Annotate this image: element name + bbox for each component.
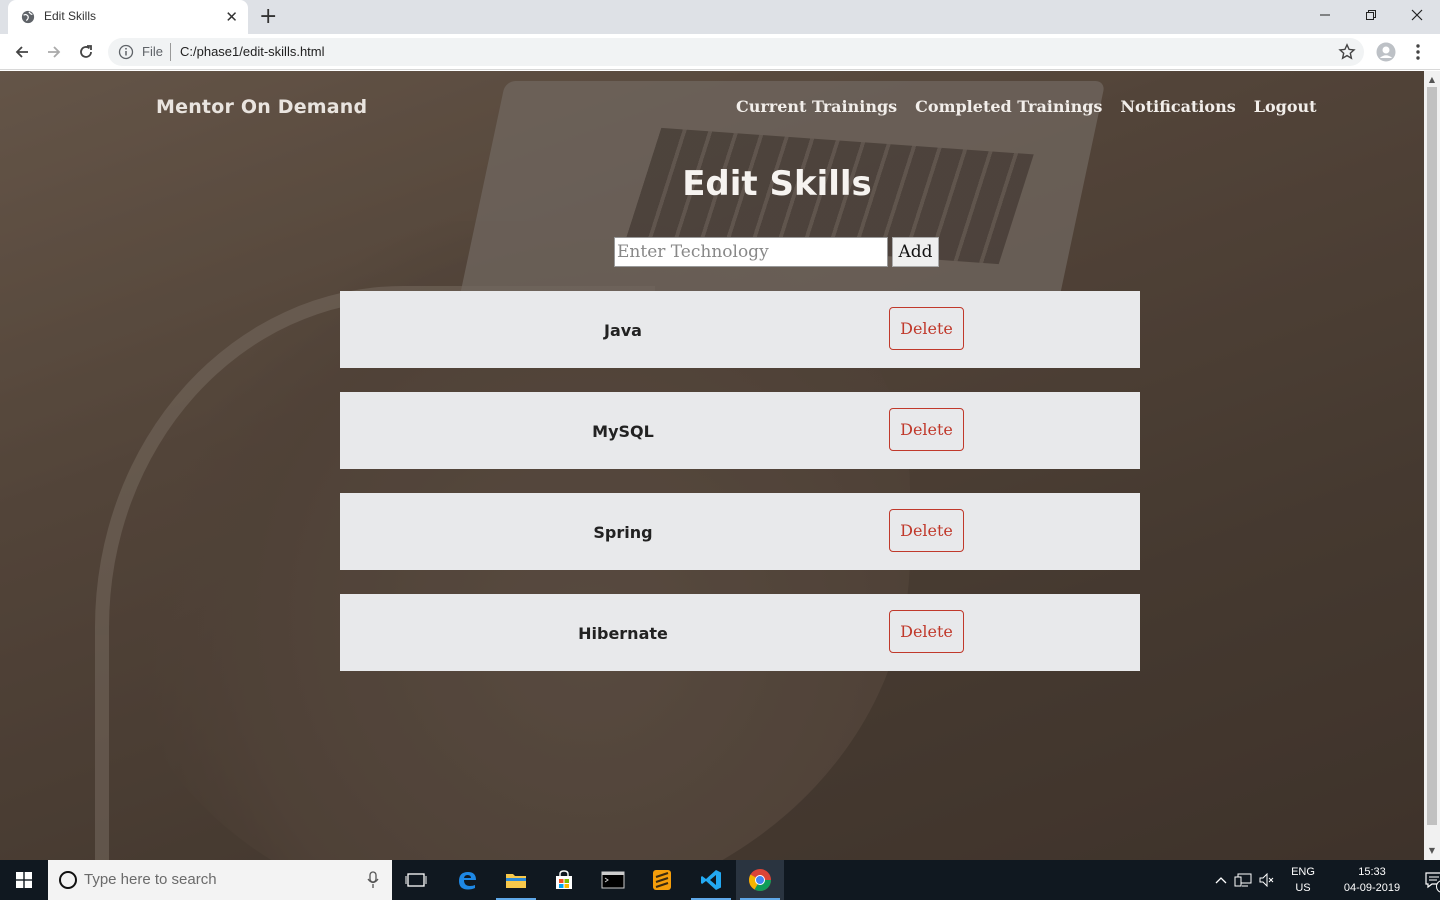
url-scheme: File (142, 44, 163, 59)
main-nav: Current Trainings Completed Trainings No… (736, 97, 1317, 116)
store-icon[interactable] (540, 860, 588, 900)
page-title: Edit Skills (682, 164, 872, 204)
nav-completed-trainings[interactable]: Completed Trainings (915, 97, 1102, 116)
page-viewport: Mentor On Demand Current Trainings Compl… (0, 71, 1424, 860)
skill-name: MySQL (592, 422, 654, 441)
windows-taskbar: Type here to search ENG US 15:33 04-09-2… (0, 860, 1440, 900)
profile-avatar-icon[interactable] (1376, 42, 1396, 62)
forward-arrow-icon[interactable] (42, 40, 66, 64)
system-tray: ENG US 15:33 04-09-2019 2 (1212, 860, 1440, 900)
reload-icon[interactable] (74, 40, 98, 64)
edge-browser-icon[interactable] (443, 860, 491, 900)
tray-chevron-up-icon[interactable] (1212, 876, 1230, 884)
taskbar-search[interactable]: Type here to search (48, 860, 392, 900)
file-explorer-icon[interactable] (492, 860, 540, 900)
new-tab-icon[interactable]: + (259, 4, 277, 30)
terminal-icon[interactable] (589, 860, 637, 900)
site-brand[interactable]: Mentor On Demand (156, 96, 367, 118)
network-icon[interactable] (1230, 873, 1256, 887)
delete-button[interactable]: Delete (889, 610, 964, 653)
technology-input[interactable] (614, 237, 888, 267)
browser-tab-bar: Edit Skills ✕ + (0, 0, 1440, 34)
clock-date: 04-09-2019 (1343, 882, 1401, 894)
info-icon[interactable] (118, 44, 134, 60)
more-menu-icon[interactable] (1410, 42, 1426, 62)
skill-name: Hibernate (578, 624, 668, 643)
language-indicator[interactable]: ENG US (1282, 864, 1324, 896)
task-view-icon[interactable] (392, 860, 440, 900)
keyboard-region: US (1295, 882, 1311, 894)
close-tab-icon[interactable]: ✕ (225, 8, 238, 26)
skill-card: Java Delete (340, 291, 1140, 368)
skill-name: Java (604, 321, 642, 340)
scroll-thumb[interactable] (1427, 87, 1437, 825)
nav-logout[interactable]: Logout (1254, 97, 1317, 116)
language-code: ENG (1291, 866, 1315, 878)
restore-icon[interactable] (1348, 0, 1394, 30)
skill-card: MySQL Delete (340, 392, 1140, 469)
address-bar[interactable]: File C:/phase1/edit-skills.html (108, 38, 1364, 66)
action-center-icon[interactable]: 2 (1414, 871, 1440, 893)
scroll-up-icon[interactable]: ▲ (1427, 75, 1437, 85)
skill-card: Hibernate Delete (340, 594, 1140, 671)
clock-time: 15:33 (1358, 866, 1386, 878)
minimize-icon[interactable] (1302, 0, 1348, 30)
sublime-text-icon[interactable] (638, 860, 686, 900)
skill-card: Spring Delete (340, 493, 1140, 570)
nav-notifications[interactable]: Notifications (1120, 97, 1235, 116)
browser-toolbar: File C:/phase1/edit-skills.html (0, 34, 1440, 70)
microphone-icon[interactable] (366, 871, 380, 889)
skill-name: Spring (593, 523, 653, 542)
tab-title: Edit Skills (44, 9, 97, 23)
url-text[interactable]: C:/phase1/edit-skills.html (180, 44, 325, 59)
close-window-icon[interactable] (1394, 0, 1440, 30)
add-button[interactable]: Add (892, 237, 939, 267)
vscode-icon[interactable] (687, 860, 735, 900)
delete-button[interactable]: Delete (889, 307, 964, 350)
add-skill-form: Add (614, 237, 939, 267)
cortana-icon (59, 871, 77, 889)
volume-muted-icon[interactable] (1256, 873, 1278, 887)
delete-button[interactable]: Delete (889, 408, 964, 451)
taskbar-search-placeholder: Type here to search (84, 871, 217, 888)
url-separator (170, 43, 171, 61)
notification-count-badge: 2 (1436, 880, 1440, 893)
delete-button[interactable]: Delete (889, 509, 964, 552)
scroll-down-icon[interactable]: ▼ (1427, 846, 1437, 856)
back-arrow-icon[interactable] (10, 40, 34, 64)
browser-tab[interactable]: Edit Skills ✕ (8, 0, 248, 34)
bookmark-star-icon[interactable] (1338, 43, 1356, 61)
windows-start-icon[interactable] (0, 860, 48, 900)
chrome-icon[interactable] (736, 860, 784, 900)
page-scrollbar[interactable]: ▲ ▼ (1424, 71, 1440, 860)
clock[interactable]: 15:33 04-09-2019 (1330, 864, 1414, 896)
globe-icon (21, 10, 35, 24)
nav-current-trainings[interactable]: Current Trainings (736, 97, 897, 116)
